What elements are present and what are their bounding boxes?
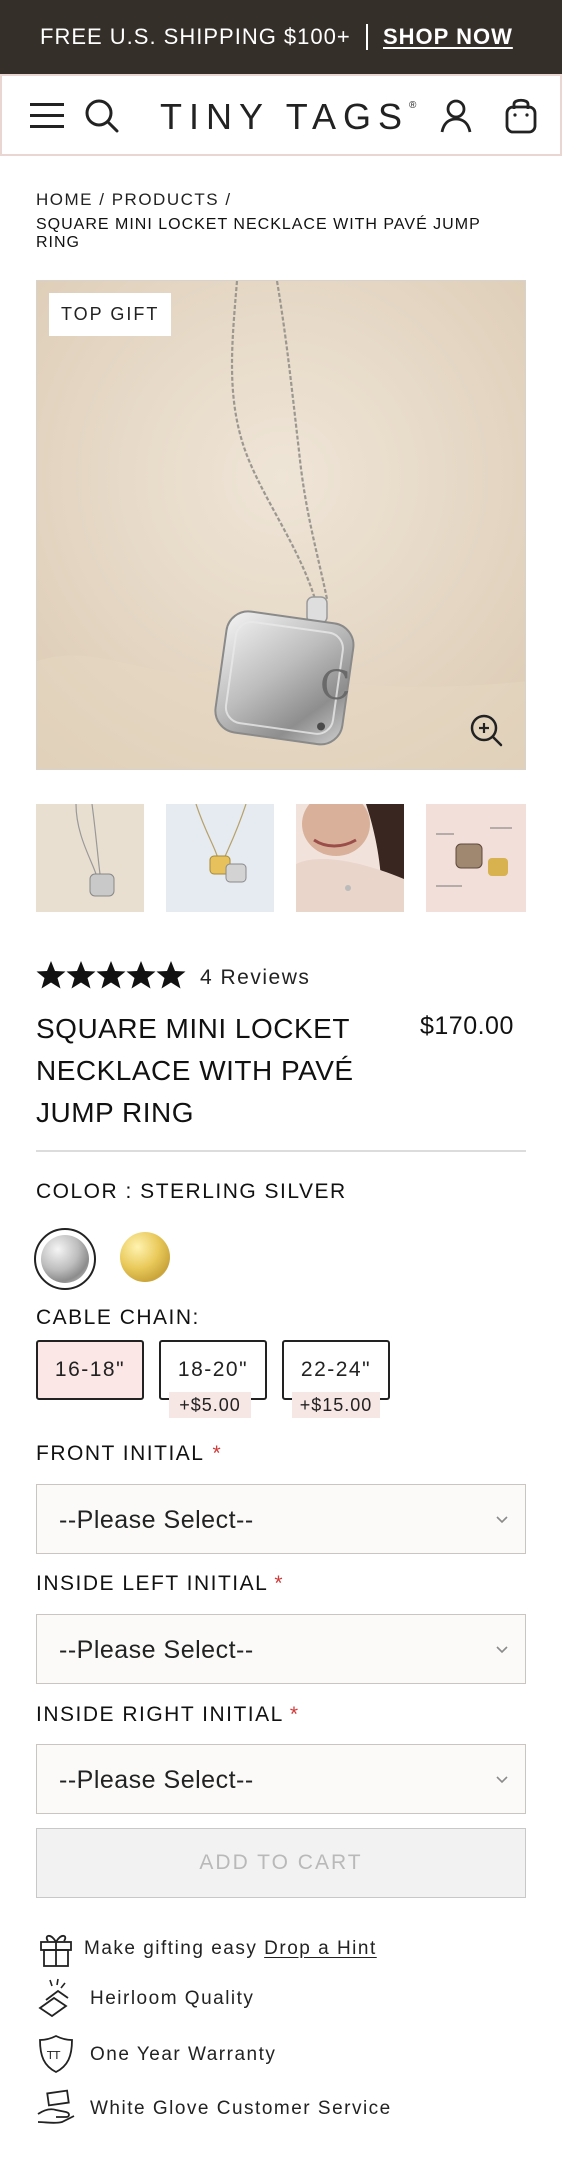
chain-option-22-24[interactable]: 22-24" [282,1340,390,1400]
select-value: --Please Select-- [59,1636,254,1664]
gift-icon [40,1934,72,1967]
top-gift-badge: TOP GIFT [49,293,172,336]
site-logo[interactable]: TINY TAGS® [160,96,416,138]
breadcrumb-home[interactable]: HOME [36,190,93,209]
reviews-link[interactable]: 4 Reviews [200,966,310,990]
shop-now-link[interactable]: SHOP NOW [383,24,513,50]
select-value: --Please Select-- [59,1506,254,1534]
registered-mark: ® [409,100,417,111]
color-swatch-gold[interactable] [120,1232,170,1282]
front-initial-select[interactable]: --Please Select-- [36,1484,526,1554]
thumbnail-4[interactable] [426,804,526,912]
gift-text: Make gifting easy [84,1938,258,1959]
thumbnail-1[interactable] [36,804,144,912]
warranty-badge-text: TT [46,2049,61,2062]
search-icon[interactable] [84,98,120,134]
breadcrumb-separator: / [99,190,106,209]
product-title: SQUARE MINI LOCKET NECKLACE WITH PAVÉ JU… [36,1013,354,1128]
locket-initial: C [320,663,351,709]
thumbnail-3[interactable] [296,804,404,912]
thumbnail-2[interactable] [166,804,274,912]
product-price: $170.00 [420,1012,514,1040]
warranty-text: One Year Warranty [90,2044,277,2065]
heirloom-text: Heirloom Quality [90,1988,255,2009]
product-main-image[interactable]: C TOP GIFT [36,280,526,770]
chevron-down-icon [496,1776,508,1784]
inside-left-initial-select[interactable]: --Please Select-- [36,1614,526,1684]
required-mark: * [274,1572,285,1595]
chain-option-18-20[interactable]: 18-20" [159,1340,267,1400]
required-mark: * [212,1442,223,1465]
breadcrumb-products[interactable]: PRODUCTS [112,190,219,209]
chain-option-16-18[interactable]: 16-18" [36,1340,144,1400]
promo-divider [366,24,368,50]
white-glove-text: White Glove Customer Service [90,2098,392,2119]
bag-icon[interactable] [504,96,538,134]
color-label: COLOR : STERLING SILVER [36,1180,347,1203]
add-to-cart-button[interactable]: ADD TO CART [36,1828,526,1898]
chain-surcharge-22-24: +$15.00 [292,1392,380,1418]
select-value: --Please Select-- [59,1766,254,1794]
site-header: TINY TAGS® [0,74,562,156]
breadcrumb: HOME / PRODUCTS / [36,190,232,210]
promo-bar: FREE U.S. SHIPPING $100+ SHOP NOW [0,0,562,74]
breadcrumb-current: SQUARE MINI LOCKET NECKLACE WITH PAVÉ JU… [36,216,481,251]
account-icon[interactable] [438,98,474,134]
drop-a-hint-link[interactable]: Drop a Hint [264,1938,377,1959]
shield-icon: TT [39,2034,73,2074]
required-mark: * [289,1703,300,1726]
cable-chain-label: CABLE CHAIN: [36,1306,200,1329]
chevron-down-icon [496,1646,508,1654]
heirloom-quality-icon [38,1978,69,2018]
chain-surcharge-18-20: +$5.00 [169,1392,251,1418]
inside-right-initial-select[interactable]: --Please Select-- [36,1744,526,1814]
chevron-down-icon [496,1516,508,1524]
shipping-text: FREE U.S. SHIPPING $100+ [40,24,351,49]
inside-left-initial-label: INSIDE LEFT INITIAL * [36,1572,285,1595]
white-glove-service-icon [37,2089,75,2124]
star-rating-icon [36,961,186,989]
breadcrumb-separator: / [225,190,232,209]
inside-right-initial-label: INSIDE RIGHT INITIAL * [36,1703,300,1726]
color-swatch-silver[interactable] [34,1228,96,1290]
divider [36,1150,526,1152]
zoom-icon[interactable] [467,711,507,751]
front-initial-label: FRONT INITIAL * [36,1442,223,1465]
locket-photo: C [37,281,525,769]
menu-icon[interactable] [30,103,64,129]
